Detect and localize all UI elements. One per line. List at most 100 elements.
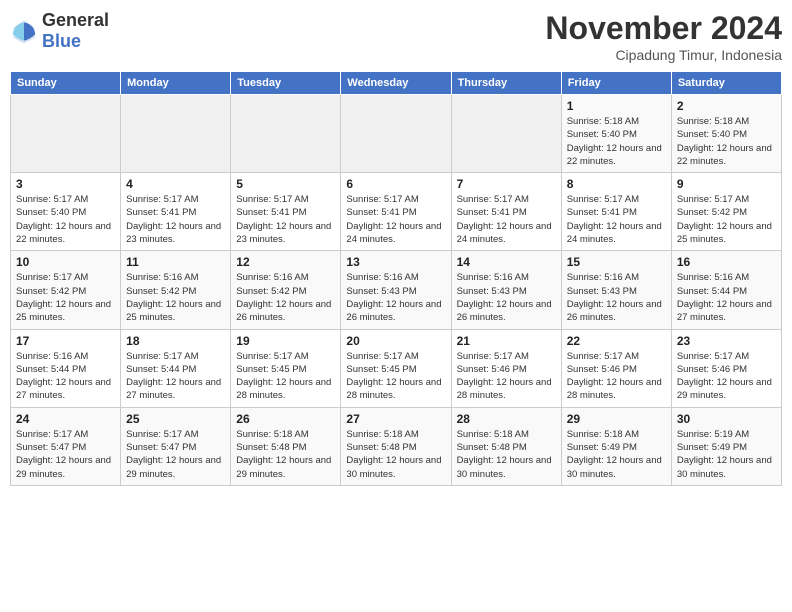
day-number: 26 — [236, 412, 335, 426]
day-number: 11 — [126, 255, 225, 269]
day-info: Sunrise: 5:18 AM Sunset: 5:48 PM Dayligh… — [236, 428, 335, 481]
day-info: Sunrise: 5:16 AM Sunset: 5:42 PM Dayligh… — [236, 271, 335, 324]
calendar-cell — [341, 95, 451, 173]
day-number: 24 — [16, 412, 115, 426]
header: General Blue November 2024 Cipadung Timu… — [10, 10, 782, 63]
calendar-cell: 15 Sunrise: 5:16 AM Sunset: 5:43 PM Dayli… — [561, 251, 671, 329]
day-number: 14 — [457, 255, 556, 269]
day-number: 16 — [677, 255, 776, 269]
weekday-header: Thursday — [451, 72, 561, 95]
day-number: 23 — [677, 334, 776, 348]
calendar-week-row: 17Sunrise: 5:16 AM Sunset: 5:44 PM Dayli… — [11, 329, 782, 407]
calendar-cell: 23 Sunrise: 5:17 AM Sunset: 5:46 PM Dayli… — [671, 329, 781, 407]
calendar-cell: 2Sunrise: 5:18 AM Sunset: 5:40 PM Daylig… — [671, 95, 781, 173]
day-info: Sunrise: 5:17 AM Sunset: 5:42 PM Dayligh… — [16, 271, 115, 324]
day-number: 27 — [346, 412, 445, 426]
day-number: 18 — [126, 334, 225, 348]
calendar-week-row: 3 Sunrise: 5:17 AM Sunset: 5:40 PM Daylig… — [11, 173, 782, 251]
calendar-cell: 25 Sunrise: 5:17 AM Sunset: 5:47 PM Dayli… — [121, 407, 231, 485]
location-subtitle: Cipadung Timur, Indonesia — [545, 47, 782, 63]
calendar-cell: 5 Sunrise: 5:17 AM Sunset: 5:41 PM Daylig… — [231, 173, 341, 251]
day-info: Sunrise: 5:17 AM Sunset: 5:41 PM Dayligh… — [457, 193, 556, 246]
calendar-week-row: 10 Sunrise: 5:17 AM Sunset: 5:42 PM Dayli… — [11, 251, 782, 329]
logo-text: General Blue — [42, 10, 109, 52]
weekday-header: Tuesday — [231, 72, 341, 95]
calendar-cell: 20 Sunrise: 5:17 AM Sunset: 5:45 PM Dayli… — [341, 329, 451, 407]
calendar-cell: 28 Sunrise: 5:18 AM Sunset: 5:48 PM Dayli… — [451, 407, 561, 485]
day-number: 10 — [16, 255, 115, 269]
day-info: Sunrise: 5:18 AM Sunset: 5:48 PM Dayligh… — [346, 428, 445, 481]
day-number: 2 — [677, 99, 776, 113]
calendar-cell: 21Sunrise: 5:17 AM Sunset: 5:46 PM Dayli… — [451, 329, 561, 407]
calendar-cell: 10 Sunrise: 5:17 AM Sunset: 5:42 PM Dayli… — [11, 251, 121, 329]
calendar-cell: 24 Sunrise: 5:17 AM Sunset: 5:47 PM Dayli… — [11, 407, 121, 485]
calendar-cell: 14 Sunrise: 5:16 AM Sunset: 5:43 PM Dayli… — [451, 251, 561, 329]
day-info: Sunrise: 5:17 AM Sunset: 5:47 PM Dayligh… — [126, 428, 225, 481]
day-number: 15 — [567, 255, 666, 269]
logo: General Blue — [10, 10, 109, 52]
calendar-cell: 29 Sunrise: 5:18 AM Sunset: 5:49 PM Dayli… — [561, 407, 671, 485]
day-number: 8 — [567, 177, 666, 191]
day-number: 28 — [457, 412, 556, 426]
calendar-cell: 22 Sunrise: 5:17 AM Sunset: 5:46 PM Dayli… — [561, 329, 671, 407]
calendar-cell: 17Sunrise: 5:16 AM Sunset: 5:44 PM Dayli… — [11, 329, 121, 407]
day-number: 19 — [236, 334, 335, 348]
day-number: 12 — [236, 255, 335, 269]
day-number: 25 — [126, 412, 225, 426]
day-info: Sunrise: 5:16 AM Sunset: 5:43 PM Dayligh… — [457, 271, 556, 324]
calendar-cell: 7 Sunrise: 5:17 AM Sunset: 5:41 PM Daylig… — [451, 173, 561, 251]
month-title: November 2024 — [545, 10, 782, 47]
calendar-week-row: 1Sunrise: 5:18 AM Sunset: 5:40 PM Daylig… — [11, 95, 782, 173]
day-number: 22 — [567, 334, 666, 348]
calendar-cell: 9 Sunrise: 5:17 AM Sunset: 5:42 PM Daylig… — [671, 173, 781, 251]
calendar: SundayMondayTuesdayWednesdayThursdayFrid… — [10, 71, 782, 486]
day-info: Sunrise: 5:17 AM Sunset: 5:46 PM Dayligh… — [457, 350, 556, 403]
calendar-cell: 18Sunrise: 5:17 AM Sunset: 5:44 PM Dayli… — [121, 329, 231, 407]
weekday-header: Saturday — [671, 72, 781, 95]
day-info: Sunrise: 5:18 AM Sunset: 5:48 PM Dayligh… — [457, 428, 556, 481]
day-info: Sunrise: 5:16 AM Sunset: 5:44 PM Dayligh… — [677, 271, 776, 324]
calendar-cell: 13 Sunrise: 5:16 AM Sunset: 5:43 PM Dayli… — [341, 251, 451, 329]
day-info: Sunrise: 5:17 AM Sunset: 5:41 PM Dayligh… — [346, 193, 445, 246]
day-number: 30 — [677, 412, 776, 426]
calendar-cell — [121, 95, 231, 173]
day-info: Sunrise: 5:17 AM Sunset: 5:45 PM Dayligh… — [346, 350, 445, 403]
day-info: Sunrise: 5:18 AM Sunset: 5:40 PM Dayligh… — [567, 115, 666, 168]
day-info: Sunrise: 5:18 AM Sunset: 5:49 PM Dayligh… — [567, 428, 666, 481]
title-area: November 2024 Cipadung Timur, Indonesia — [545, 10, 782, 63]
calendar-cell: 27 Sunrise: 5:18 AM Sunset: 5:48 PM Dayli… — [341, 407, 451, 485]
day-info: Sunrise: 5:17 AM Sunset: 5:41 PM Dayligh… — [126, 193, 225, 246]
day-number: 3 — [16, 177, 115, 191]
calendar-cell: 6Sunrise: 5:17 AM Sunset: 5:41 PM Daylig… — [341, 173, 451, 251]
day-info: Sunrise: 5:17 AM Sunset: 5:40 PM Dayligh… — [16, 193, 115, 246]
day-info: Sunrise: 5:16 AM Sunset: 5:43 PM Dayligh… — [346, 271, 445, 324]
weekday-header-row: SundayMondayTuesdayWednesdayThursdayFrid… — [11, 72, 782, 95]
weekday-header: Friday — [561, 72, 671, 95]
weekday-header: Wednesday — [341, 72, 451, 95]
calendar-cell: 26 Sunrise: 5:18 AM Sunset: 5:48 PM Dayli… — [231, 407, 341, 485]
calendar-cell: 3 Sunrise: 5:17 AM Sunset: 5:40 PM Daylig… — [11, 173, 121, 251]
day-number: 5 — [236, 177, 335, 191]
calendar-cell: 12 Sunrise: 5:16 AM Sunset: 5:42 PM Dayli… — [231, 251, 341, 329]
day-info: Sunrise: 5:19 AM Sunset: 5:49 PM Dayligh… — [677, 428, 776, 481]
weekday-header: Monday — [121, 72, 231, 95]
calendar-cell: 16 Sunrise: 5:16 AM Sunset: 5:44 PM Dayli… — [671, 251, 781, 329]
day-info: Sunrise: 5:17 AM Sunset: 5:46 PM Dayligh… — [567, 350, 666, 403]
calendar-cell: 19Sunrise: 5:17 AM Sunset: 5:45 PM Dayli… — [231, 329, 341, 407]
day-info: Sunrise: 5:17 AM Sunset: 5:41 PM Dayligh… — [236, 193, 335, 246]
calendar-cell — [231, 95, 341, 173]
day-number: 29 — [567, 412, 666, 426]
day-number: 7 — [457, 177, 556, 191]
day-number: 20 — [346, 334, 445, 348]
calendar-cell: 8Sunrise: 5:17 AM Sunset: 5:41 PM Daylig… — [561, 173, 671, 251]
day-info: Sunrise: 5:17 AM Sunset: 5:42 PM Dayligh… — [677, 193, 776, 246]
calendar-cell — [451, 95, 561, 173]
day-info: Sunrise: 5:16 AM Sunset: 5:43 PM Dayligh… — [567, 271, 666, 324]
day-info: Sunrise: 5:17 AM Sunset: 5:47 PM Dayligh… — [16, 428, 115, 481]
day-number: 4 — [126, 177, 225, 191]
day-number: 9 — [677, 177, 776, 191]
day-number: 13 — [346, 255, 445, 269]
logo-icon — [10, 17, 38, 45]
calendar-cell — [11, 95, 121, 173]
day-info: Sunrise: 5:17 AM Sunset: 5:46 PM Dayligh… — [677, 350, 776, 403]
